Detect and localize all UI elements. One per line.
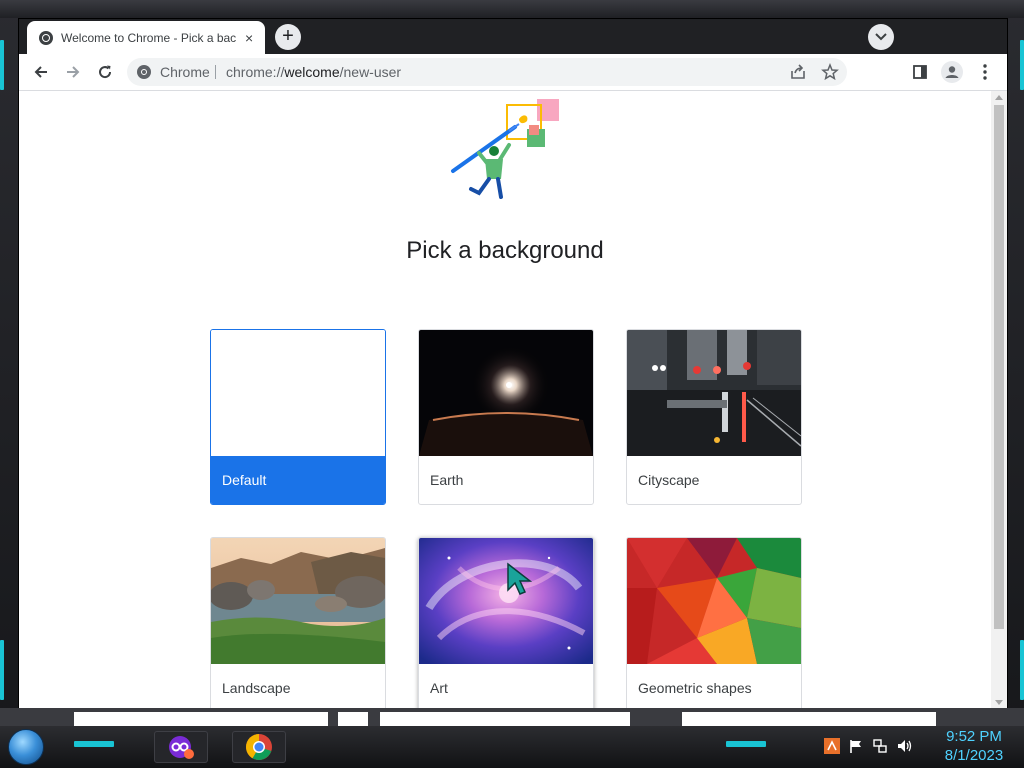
card-label: Cityscape [638, 472, 700, 488]
reload-button[interactable] [93, 60, 117, 84]
background-card-default[interactable]: Default [210, 329, 386, 505]
app-tray-icon[interactable] [824, 738, 840, 754]
art-thumbnail [419, 538, 593, 664]
page-content: Pick a background Default Earth Cityscap… [19, 91, 991, 709]
flag-icon[interactable] [848, 738, 864, 754]
share-icon[interactable] [789, 63, 807, 81]
card-label: Earth [430, 472, 464, 488]
card-label: Geometric shapes [638, 680, 752, 696]
taskbar-clock[interactable]: 9:52 PM 8/1/2023 [932, 727, 1016, 765]
background-window-pane [380, 712, 630, 726]
volume-icon[interactable] [896, 738, 914, 754]
scrollbar-thumb[interactable] [994, 105, 1004, 629]
skin-accent [1020, 40, 1024, 90]
earth-thumbnail [419, 330, 593, 456]
page-scrollbar[interactable] [991, 91, 1007, 709]
geometric-shapes-thumbnail [627, 538, 801, 664]
skin-accent [0, 640, 4, 700]
skin-accent [1020, 640, 1024, 700]
close-icon[interactable]: × [245, 31, 253, 45]
desktop: Welcome to Chrome - Pick a bac × + Chrom… [0, 0, 1024, 768]
chevron-down-icon [875, 33, 887, 41]
landscape-thumbnail [211, 538, 385, 664]
page-title: Pick a background [406, 237, 604, 264]
menu-button[interactable] [973, 60, 997, 84]
background-window-pane [682, 712, 936, 726]
skin-top-frame [0, 0, 1024, 18]
new-tab-button[interactable]: + [275, 24, 301, 50]
arrow-left-icon [34, 66, 47, 78]
start-orb-icon[interactable] [8, 729, 44, 765]
system-tray [824, 738, 914, 754]
tab-strip: Welcome to Chrome - Pick a bac × + [19, 19, 1007, 54]
scroll-up-arrow-icon[interactable] [995, 95, 1003, 100]
network-icon[interactable] [872, 738, 888, 754]
forward-button[interactable] [61, 60, 85, 84]
avatar-icon [941, 61, 963, 83]
toolbar: Chrome chrome://welcome/new-user [19, 54, 1007, 91]
app-icon [169, 736, 194, 759]
card-label: Landscape [222, 680, 291, 696]
taskbar-accent [726, 741, 766, 747]
profile-button[interactable] [940, 60, 964, 84]
star-icon[interactable] [821, 63, 839, 81]
clock-time: 9:52 PM [946, 728, 1002, 745]
cityscape-thumbnail [627, 330, 801, 456]
omnibox-separator [215, 65, 216, 79]
background-window-pane [74, 712, 328, 726]
omnibox-chip: Chrome [160, 64, 210, 80]
kebab-menu-icon [983, 64, 987, 80]
background-card-cityscape[interactable]: Cityscape [626, 329, 802, 505]
default-thumbnail [211, 330, 385, 456]
painter-illustration [451, 99, 559, 199]
mouse-cursor-icon [507, 562, 532, 595]
skin-accent [0, 40, 4, 90]
background-card-geometric-shapes[interactable]: Geometric shapes [626, 537, 802, 709]
tab-welcome[interactable]: Welcome to Chrome - Pick a bac × [27, 21, 265, 54]
omnibox[interactable]: Chrome chrome://welcome/new-user [127, 58, 847, 86]
taskbar-app-button[interactable] [154, 731, 208, 763]
clock-date: 8/1/2023 [944, 747, 1004, 764]
globe-icon [39, 30, 53, 45]
chrome-window: Welcome to Chrome - Pick a bac × + Chrom… [18, 18, 1008, 710]
omnibox-url[interactable]: chrome://welcome/new-user [226, 64, 401, 80]
omnibox-actions [789, 63, 839, 81]
taskbar-chrome-button[interactable] [232, 731, 286, 763]
side-panel-button[interactable] [908, 60, 932, 84]
reload-icon [99, 65, 112, 79]
back-button[interactable] [29, 60, 53, 84]
taskbar-accent [74, 741, 114, 747]
card-label: Default [222, 472, 267, 488]
background-card-earth[interactable]: Earth [418, 329, 594, 505]
background-window-pane [338, 712, 368, 726]
chrome-icon [245, 734, 272, 761]
url-scheme: chrome:// [226, 64, 285, 80]
arrow-right-icon [67, 66, 80, 78]
tab-title: Welcome to Chrome - Pick a bac [61, 30, 237, 45]
url-host: welcome [284, 64, 340, 80]
tab-search-button[interactable] [868, 24, 894, 50]
card-label: Art [430, 680, 448, 696]
scroll-down-arrow-icon[interactable] [995, 700, 1003, 705]
background-card-landscape[interactable]: Landscape [210, 537, 386, 709]
side-panel-icon [913, 65, 927, 79]
url-path: /new-user [339, 64, 402, 80]
chrome-logo-icon [137, 65, 151, 79]
